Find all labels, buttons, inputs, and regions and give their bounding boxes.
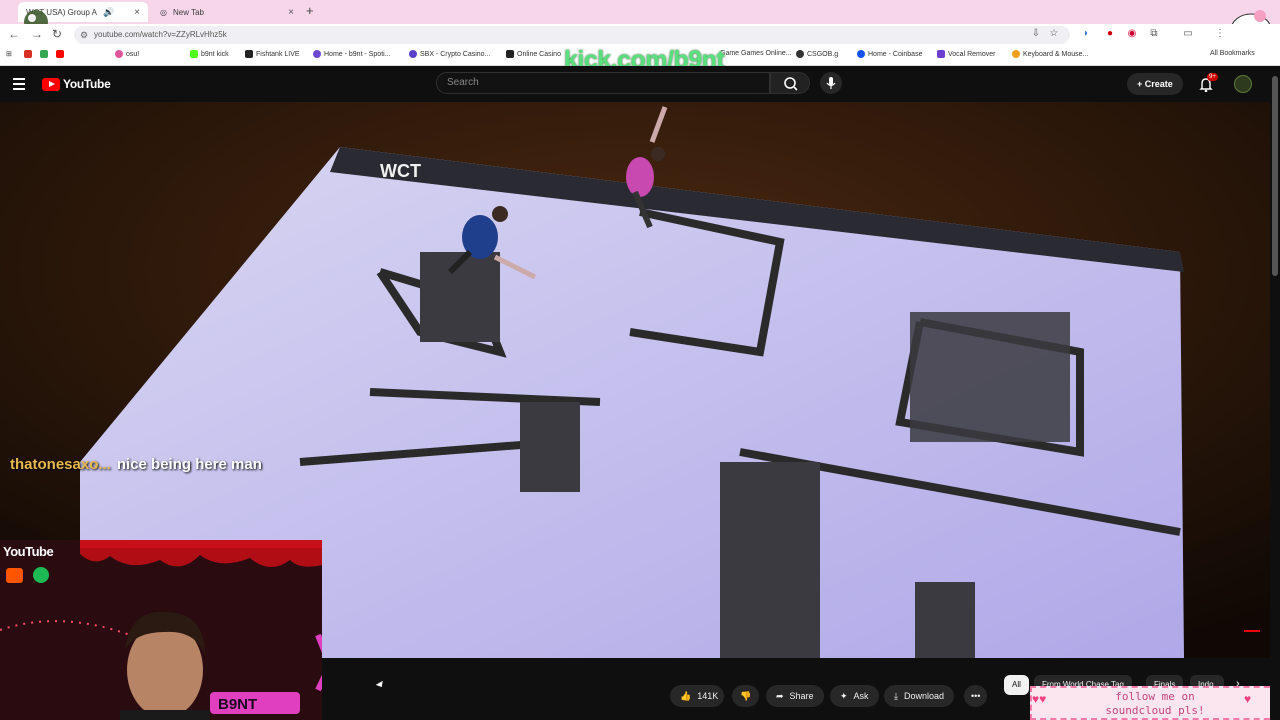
sparkle-icon: ✦ (840, 691, 848, 701)
video-indicator (1244, 630, 1260, 632)
more-dots-icon: ••• (971, 691, 981, 701)
webcam-feed: B9NT (0, 540, 322, 720)
download-button[interactable]: ⤓ Download (884, 685, 955, 707)
bookmark-keyboard-mouse[interactable]: Keyboard & Mouse... (1012, 50, 1088, 58)
menu-dots-icon[interactable]: ⋮ (1214, 28, 1226, 40)
share-icon: ➦ (776, 691, 784, 701)
bookmark-sbx[interactable]: SBX - Crypto Casino... (409, 50, 490, 58)
tab-new[interactable]: ◎ New Tab × (152, 2, 302, 22)
spotify-icon (33, 567, 49, 583)
back-icon[interactable]: ← (8, 27, 20, 41)
screen-root: WCT USA) Group A 🔊 × ◎ New Tab × + ← → ↻… (0, 0, 1280, 720)
bookmark-coinbase[interactable]: Home - Coinbase (857, 50, 922, 58)
download-icon: ⤓ (894, 691, 898, 701)
site-info-icon[interactable]: ⚙ (80, 26, 88, 44)
like-button[interactable]: 👍 141K (670, 685, 725, 707)
forward-icon[interactable]: → (31, 27, 43, 41)
bookmark-games[interactable]: Game Games Online... (720, 50, 792, 57)
youtube-wordmark: YouTube (63, 77, 111, 91)
install-icon[interactable]: ⇩ (1030, 28, 1042, 40)
soundcloud-icon (6, 568, 23, 583)
bookmark-spotify[interactable]: Home - b9nt - Spoti... (313, 50, 391, 58)
close-icon[interactable]: × (288, 7, 294, 18)
youtube-masthead: YouTube Search + Create 9+ (0, 66, 1280, 102)
like-count: 141K (697, 691, 719, 701)
globe-icon: ◎ (160, 7, 167, 17)
bookmark-online-casino[interactable]: Online Casino (506, 50, 561, 58)
share-label: Share (789, 691, 814, 701)
bookmark-csgob[interactable]: CSGOB.g (796, 50, 838, 58)
create-button[interactable]: + Create (1127, 73, 1183, 95)
url-text: youtube.com/watch?v=ZZyRLvHhz5k (94, 30, 227, 39)
extension-icon[interactable]: ● (1104, 28, 1116, 40)
wct-floor-logo: WCT (380, 161, 421, 181)
reload-icon[interactable]: ↻ (52, 27, 62, 41)
youtube-bm-icon[interactable] (56, 50, 64, 58)
share-button[interactable]: ➦ Share (766, 685, 824, 707)
bookmark-fishtank[interactable]: Fishtank LIVE (245, 50, 300, 58)
webcam-youtube-label: YouTube (3, 544, 54, 559)
heart-icon: ♥ (1244, 692, 1252, 706)
browser-tab-strip: WCT USA) Group A 🔊 × ◎ New Tab × + (0, 0, 1280, 47)
plus-icon: + (1137, 79, 1145, 89)
maps-icon[interactable] (40, 50, 48, 58)
new-tab-icon[interactable]: + (306, 3, 314, 18)
obstacle-tower (915, 582, 975, 658)
notification-count-badge: 9+ (1207, 73, 1218, 81)
apps-icon[interactable]: ⊞ (6, 50, 12, 58)
extensions-puzzle-icon[interactable]: ⧉ (1148, 28, 1160, 40)
scroll-thumb[interactable] (1272, 76, 1278, 276)
youtube-logo[interactable]: YouTube (42, 77, 111, 91)
search-button[interactable] (770, 72, 810, 94)
stream-chat-message: thatonesaxo... nice being here man (10, 456, 262, 473)
ask-label: Ask (853, 691, 869, 701)
gmail-icon[interactable] (24, 50, 32, 58)
chat-username: thatonesaxo... (10, 456, 111, 473)
hamburger-menu-icon[interactable] (13, 78, 25, 93)
create-label: Create (1144, 79, 1173, 89)
banner-line-2: soundcloud pls! (1105, 704, 1205, 717)
soundcloud-follow-banner: follow me on soundcloud pls! (1030, 686, 1280, 720)
record-icon[interactable]: ◉ (1126, 28, 1138, 40)
more-actions-button[interactable]: ••• (964, 685, 988, 707)
search-icon (784, 77, 798, 91)
youtube-play-icon (42, 77, 60, 91)
download-label: Download (903, 691, 945, 701)
obstacle-box (520, 402, 580, 492)
speaker-icon[interactable]: 🔊 (103, 7, 114, 18)
bookmark-all[interactable]: All Bookmarks (1210, 50, 1255, 57)
microphone-icon (826, 77, 836, 89)
streamer-webcam: B9NT (0, 540, 322, 720)
ask-button[interactable]: ✦ Ask (830, 685, 879, 707)
close-icon[interactable]: × (134, 7, 140, 18)
chip-all[interactable]: All (1004, 675, 1029, 695)
account-avatar[interactable] (1234, 75, 1252, 93)
obstacle-box (910, 312, 1070, 442)
thumbs-up-icon: 👍 (680, 691, 692, 701)
dislike-button[interactable]: 👎 (732, 685, 760, 707)
heart-icon: ♥♥ (1032, 692, 1047, 706)
chat-text: nice being here man (116, 456, 262, 473)
thumbs-down-icon: 👎 (740, 691, 752, 701)
search-input[interactable]: Search (436, 72, 770, 94)
address-bar[interactable]: ⚙ youtube.com/watch?v=ZZyRLvHhz5k (74, 26, 1070, 44)
page-scrollbar[interactable] (1270, 66, 1280, 720)
star-icon[interactable]: ☆ (1048, 28, 1060, 40)
voice-search-button[interactable] (820, 72, 842, 94)
browser-toolbar: ← → ↻ ⚙ youtube.com/watch?v=ZZyRLvHhz5k … (0, 24, 1280, 46)
bookmark-vocal-remover[interactable]: Vocal Remover (937, 50, 995, 58)
tab-new-label: New Tab (172, 7, 204, 17)
obstacle-tower (720, 462, 820, 658)
bookmark-b9nt-kick[interactable]: b9nt kick (190, 50, 229, 58)
svg-text:B9NT: B9NT (218, 696, 257, 713)
bookmark-osu[interactable]: osu! (115, 50, 139, 58)
extension-icon[interactable]: ◗ (1080, 28, 1092, 40)
banner-line-1: follow me on (1115, 690, 1195, 703)
sidepanel-icon[interactable]: ▭ (1182, 28, 1194, 40)
